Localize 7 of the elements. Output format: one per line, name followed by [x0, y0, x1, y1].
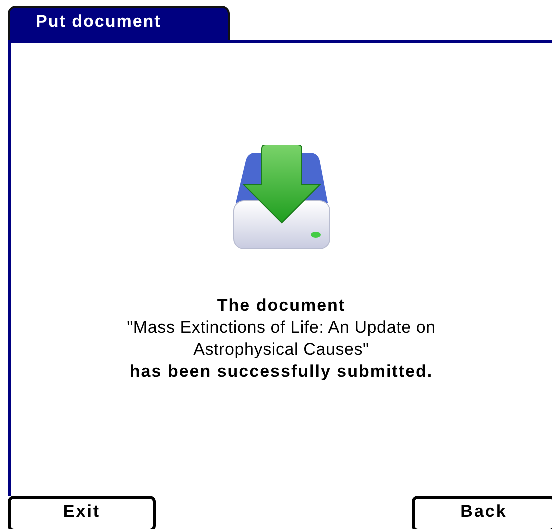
status-message: has been successfully submitted. — [128, 361, 434, 383]
download-drive-icon — [232, 145, 332, 251]
message-heading: The document — [216, 295, 347, 317]
document-title: "Mass Extinctions of Life: An Update on Astrophysical Causes" — [126, 317, 437, 361]
exit-button[interactable]: Exit — [8, 496, 156, 529]
put-document-tab[interactable]: Put document — [8, 6, 230, 40]
back-button[interactable]: Back — [412, 496, 552, 529]
